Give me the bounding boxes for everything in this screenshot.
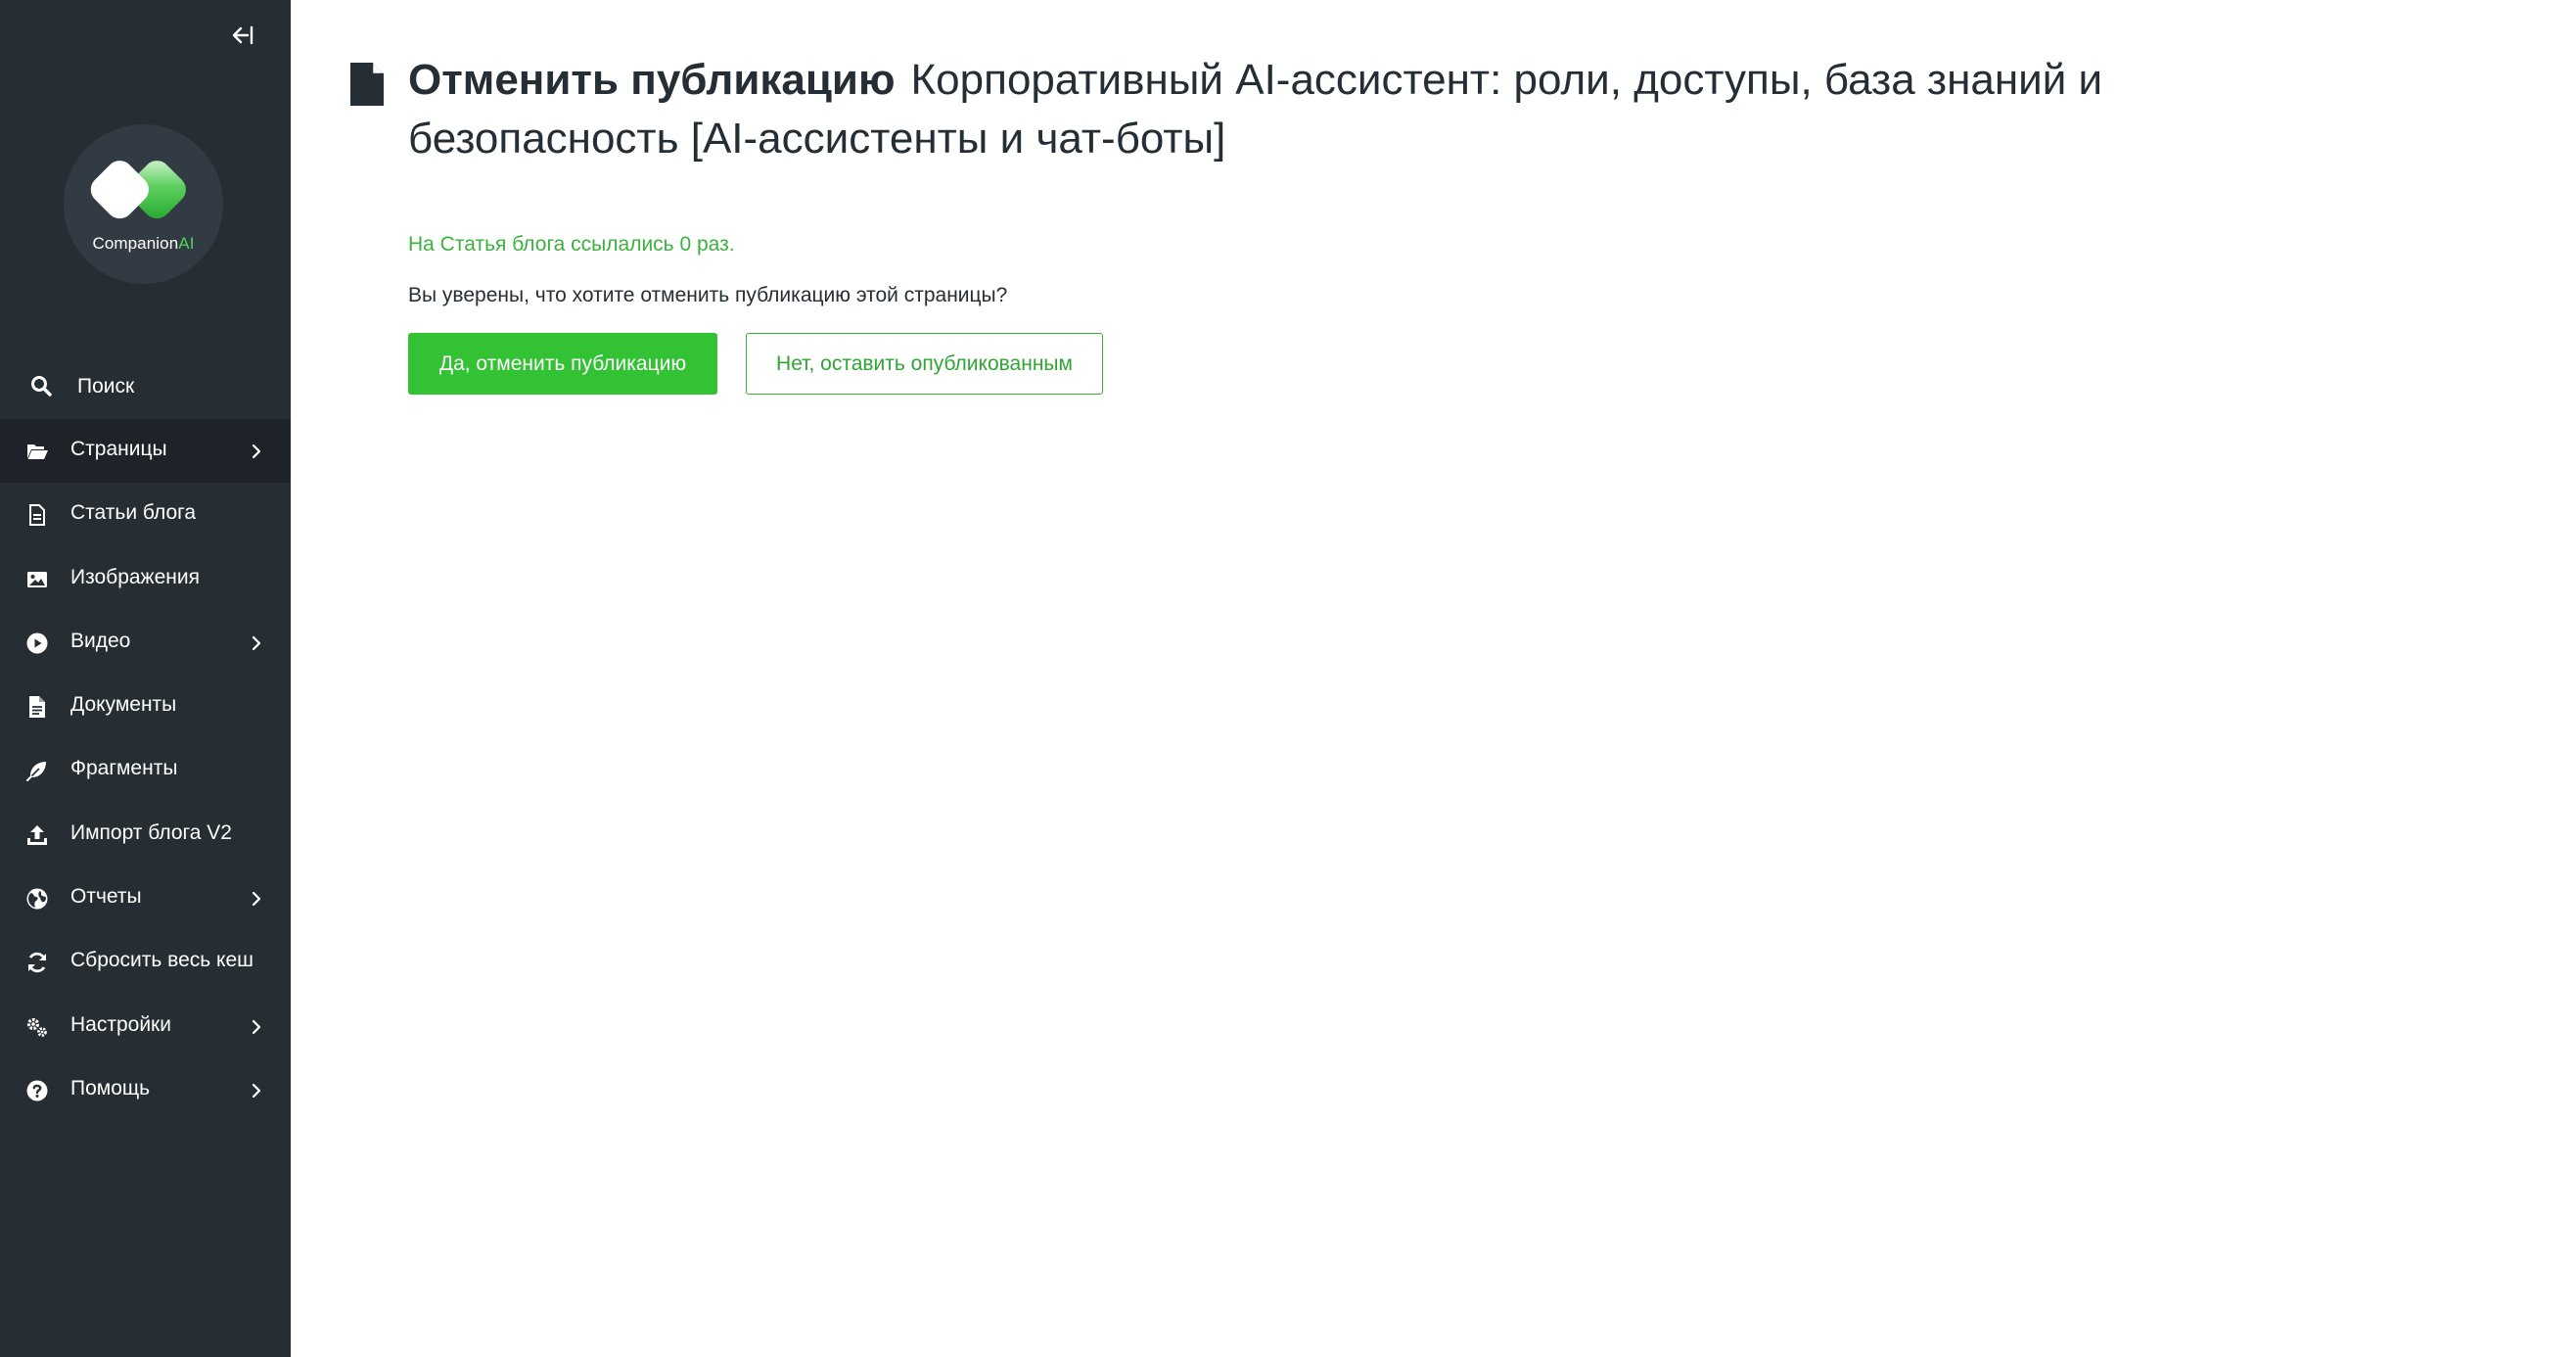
sidebar-item-images[interactable]: Изображения (0, 547, 291, 611)
globe-icon (26, 888, 48, 910)
sidebar-item-blog-posts[interactable]: Статьи блога (0, 483, 291, 546)
sidebar-item-label: Видео (70, 629, 131, 652)
sidebar-item-video[interactable]: Видео (0, 611, 291, 675)
confirmation-question: Вы уверены, что хотите отменить публикац… (408, 284, 1008, 306)
chevron-right-icon (252, 444, 261, 459)
logo[interactable]: CompanionAI (64, 124, 223, 284)
folder-open-icon (27, 445, 48, 459)
upload-icon (27, 824, 47, 845)
feather-icon (26, 762, 46, 782)
sidebar-item-clear-cache[interactable]: Сбросить весь кеш (0, 930, 291, 994)
confirm-unpublish-button[interactable]: Да, отменить публикацию (408, 333, 717, 395)
sidebar-item-settings[interactable]: Настройки (0, 995, 291, 1058)
reference-count-note: На Статья блога ссылались 0 раз. (408, 233, 735, 256)
page-title: Отменить публикацию Корпоративный AI-асси… (408, 51, 2170, 168)
sidebar-item-reports[interactable]: Отчеты (0, 866, 291, 930)
play-circle-icon (26, 632, 48, 654)
document-icon (29, 504, 45, 527)
sidebar-item-label: Страницы (70, 438, 167, 460)
sidebar-item-label: Настройки (70, 1012, 171, 1036)
page-icon (350, 63, 384, 106)
sidebar: CompanionAI Поиск Страницы Статьи блога (0, 0, 291, 1357)
help-circle-icon (26, 1080, 48, 1101)
sidebar-menu: Страницы Статьи блога Изображения Видео (0, 419, 291, 1122)
sidebar-item-label: Импорт блога V2 (70, 820, 232, 844)
file-text-icon (29, 696, 45, 719)
cogs-icon (26, 1017, 47, 1037)
companion-ai-logo (90, 161, 186, 219)
sidebar-item-label: Документы (70, 693, 177, 717)
sidebar-search-label: Поиск (77, 375, 135, 398)
chevron-right-icon (252, 1083, 261, 1099)
logo-text: CompanionAI (92, 234, 195, 253)
sidebar-item-help[interactable]: Помощь (0, 1058, 291, 1122)
sidebar-item-label: Статьи блога (70, 501, 197, 525)
sidebar-item-label: Изображения (70, 565, 200, 588)
main-content: Отменить публикацию Корпоративный AI-асси… (291, 0, 2576, 1357)
collapse-left-icon (232, 25, 253, 45)
collapse-sidebar-button[interactable] (227, 22, 258, 49)
sidebar-item-label: Помощь (70, 1076, 151, 1100)
sidebar-item-label: Сбросить весь кеш (70, 949, 254, 972)
sidebar-item-documents[interactable]: Документы (0, 675, 291, 738)
image-icon (27, 571, 47, 587)
sidebar-item-fragments[interactable]: Фрагменты (0, 738, 291, 802)
sidebar-item-pages[interactable]: Страницы (0, 419, 291, 484)
sidebar-item-label: Отчеты (70, 885, 142, 909)
chevron-right-icon (252, 1019, 261, 1034)
sidebar-item-blog-import[interactable]: Импорт блога V2 (0, 803, 291, 866)
keep-published-button[interactable]: Нет, оставить опубликованным (746, 333, 1103, 395)
sidebar-search[interactable]: Поиск (0, 362, 291, 409)
chevron-right-icon (252, 635, 261, 650)
refresh-icon (28, 953, 46, 973)
sidebar-item-label: Фрагменты (70, 757, 178, 780)
chevron-right-icon (252, 891, 261, 907)
page-title-action: Отменить публикацию (408, 56, 896, 104)
search-icon (31, 376, 52, 397)
